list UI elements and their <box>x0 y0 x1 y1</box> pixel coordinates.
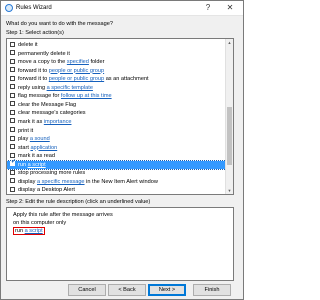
action-text: clear message's categories <box>18 110 86 117</box>
action-text: mark it as read <box>18 153 55 160</box>
action-text: stop processing more rules <box>18 170 86 177</box>
action-item[interactable]: permanently delete it <box>7 50 226 58</box>
action-item[interactable]: mark it as importance <box>7 118 226 126</box>
outlook-rules-icon <box>5 4 13 12</box>
action-checkbox[interactable] <box>10 84 15 90</box>
scroll-down-arrow-icon[interactable]: ▼ <box>226 187 233 194</box>
action-item[interactable]: forward it to people or public group as … <box>7 75 226 83</box>
actions-list[interactable]: delete it permanently delete it move a cop… <box>6 38 234 195</box>
action-link: people or public group <box>48 76 105 83</box>
action-link: application <box>30 144 58 151</box>
action-text: start <box>18 144 31 151</box>
action-item[interactable]: clear message's categories <box>7 109 226 117</box>
step2-label: Step 2: Edit the rule description (click… <box>6 199 151 205</box>
action-text: permanently delete it <box>18 50 70 57</box>
title-bar: Rules Wizard ? ✕ <box>1 1 243 16</box>
rule-description-box: Apply this rule after the message arrive… <box>6 207 234 281</box>
action-text: in the New Item Alert window <box>84 178 158 185</box>
action-checkbox[interactable] <box>10 41 15 47</box>
action-checkbox[interactable] <box>10 75 15 81</box>
action-text: as an attachment <box>104 76 149 83</box>
action-checkbox[interactable] <box>10 186 15 192</box>
action-text: forward it to <box>18 76 49 83</box>
action-text: forward it to <box>18 67 49 74</box>
action-text: folder <box>88 59 105 66</box>
action-text: move a copy to the <box>18 59 67 66</box>
run-script-highlight: run a script <box>13 227 45 235</box>
action-item[interactable]: reply using a specific template <box>7 84 226 92</box>
action-checkbox[interactable]: ✓ <box>10 159 17 167</box>
action-text: reply using <box>18 84 47 91</box>
wizard-prompt: What do you want to do with the message? <box>6 21 113 27</box>
action-item[interactable]: start application <box>7 144 226 152</box>
actions-scrollbar[interactable]: ▲ ▼ <box>225 39 233 194</box>
action-link: follow up at this time <box>60 93 112 100</box>
action-checkbox[interactable] <box>10 58 15 64</box>
window-title: Rules Wizard <box>16 5 52 11</box>
action-checkbox[interactable] <box>10 92 15 98</box>
action-text: flag message for <box>18 93 61 100</box>
help-button[interactable]: ? <box>199 2 217 14</box>
action-checkbox[interactable] <box>10 50 15 56</box>
action-link: people or public group <box>48 67 105 74</box>
action-text: play <box>18 136 30 143</box>
cancel-button[interactable]: Cancel <box>68 284 106 296</box>
description-line: Apply this rule after the message arrive… <box>13 212 113 218</box>
action-checkbox[interactable] <box>10 178 15 184</box>
action-checkbox[interactable] <box>10 135 15 141</box>
checkmark-icon: ✓ <box>11 159 17 166</box>
action-checkbox[interactable] <box>10 109 15 115</box>
back-button[interactable]: < Back <box>108 284 146 296</box>
action-text: run <box>18 161 28 168</box>
action-item[interactable]: forward it to people or public group <box>7 67 226 75</box>
action-item[interactable]: ✓ run a script <box>7 159 227 170</box>
action-checkbox[interactable] <box>10 118 15 124</box>
rules-wizard-dialog: Rules Wizard ? ✕ What do you want to do … <box>0 0 244 300</box>
action-checkbox[interactable] <box>10 152 15 158</box>
action-item[interactable]: mark it as read <box>7 152 226 160</box>
action-item[interactable]: clear the Message Flag <box>7 101 226 109</box>
action-item[interactable]: flag message for follow up at this time <box>7 92 226 100</box>
action-link: a specific template <box>46 84 93 91</box>
action-item[interactable]: print it <box>7 127 226 135</box>
scroll-up-arrow-icon[interactable]: ▲ <box>226 39 233 46</box>
scrollbar-thumb[interactable] <box>227 107 232 165</box>
action-link: importance <box>43 118 72 125</box>
action-item[interactable]: move a copy to the specified folder <box>7 58 226 66</box>
action-item[interactable]: display a Desktop Alert <box>7 186 226 194</box>
action-text: delete it <box>18 42 38 48</box>
action-checkbox[interactable] <box>10 127 15 132</box>
action-checkbox[interactable] <box>10 144 15 150</box>
finish-button[interactable]: Finish <box>193 284 231 296</box>
action-text: mark it as <box>18 118 44 125</box>
close-button[interactable]: ✕ <box>221 2 239 14</box>
action-link: a sound <box>29 136 50 143</box>
action-text: clear the Message Flag <box>18 101 77 108</box>
description-line: on this computer only <box>13 220 67 226</box>
action-checkbox[interactable] <box>10 101 15 107</box>
action-text: display a Desktop Alert <box>18 187 75 194</box>
script-value-link[interactable]: a script <box>25 228 43 234</box>
action-checkbox[interactable] <box>10 169 15 175</box>
action-item[interactable]: delete it <box>7 41 226 49</box>
step1-label: Step 1: Select action(s) <box>6 30 64 36</box>
action-item[interactable]: display a specific message in the New It… <box>7 178 226 186</box>
action-item[interactable]: play a sound <box>7 135 226 143</box>
action-link: specified <box>66 59 89 66</box>
description-line: run a script <box>13 227 227 235</box>
action-text: display <box>18 178 37 185</box>
action-link: a specific message <box>36 178 85 185</box>
action-item[interactable]: stop processing more rules <box>7 169 226 177</box>
action-link: a script <box>27 161 46 168</box>
description-run-text: run <box>15 228 25 234</box>
action-text: print it <box>18 127 34 134</box>
action-checkbox[interactable] <box>10 67 15 73</box>
next-button[interactable]: Next > <box>148 284 186 296</box>
